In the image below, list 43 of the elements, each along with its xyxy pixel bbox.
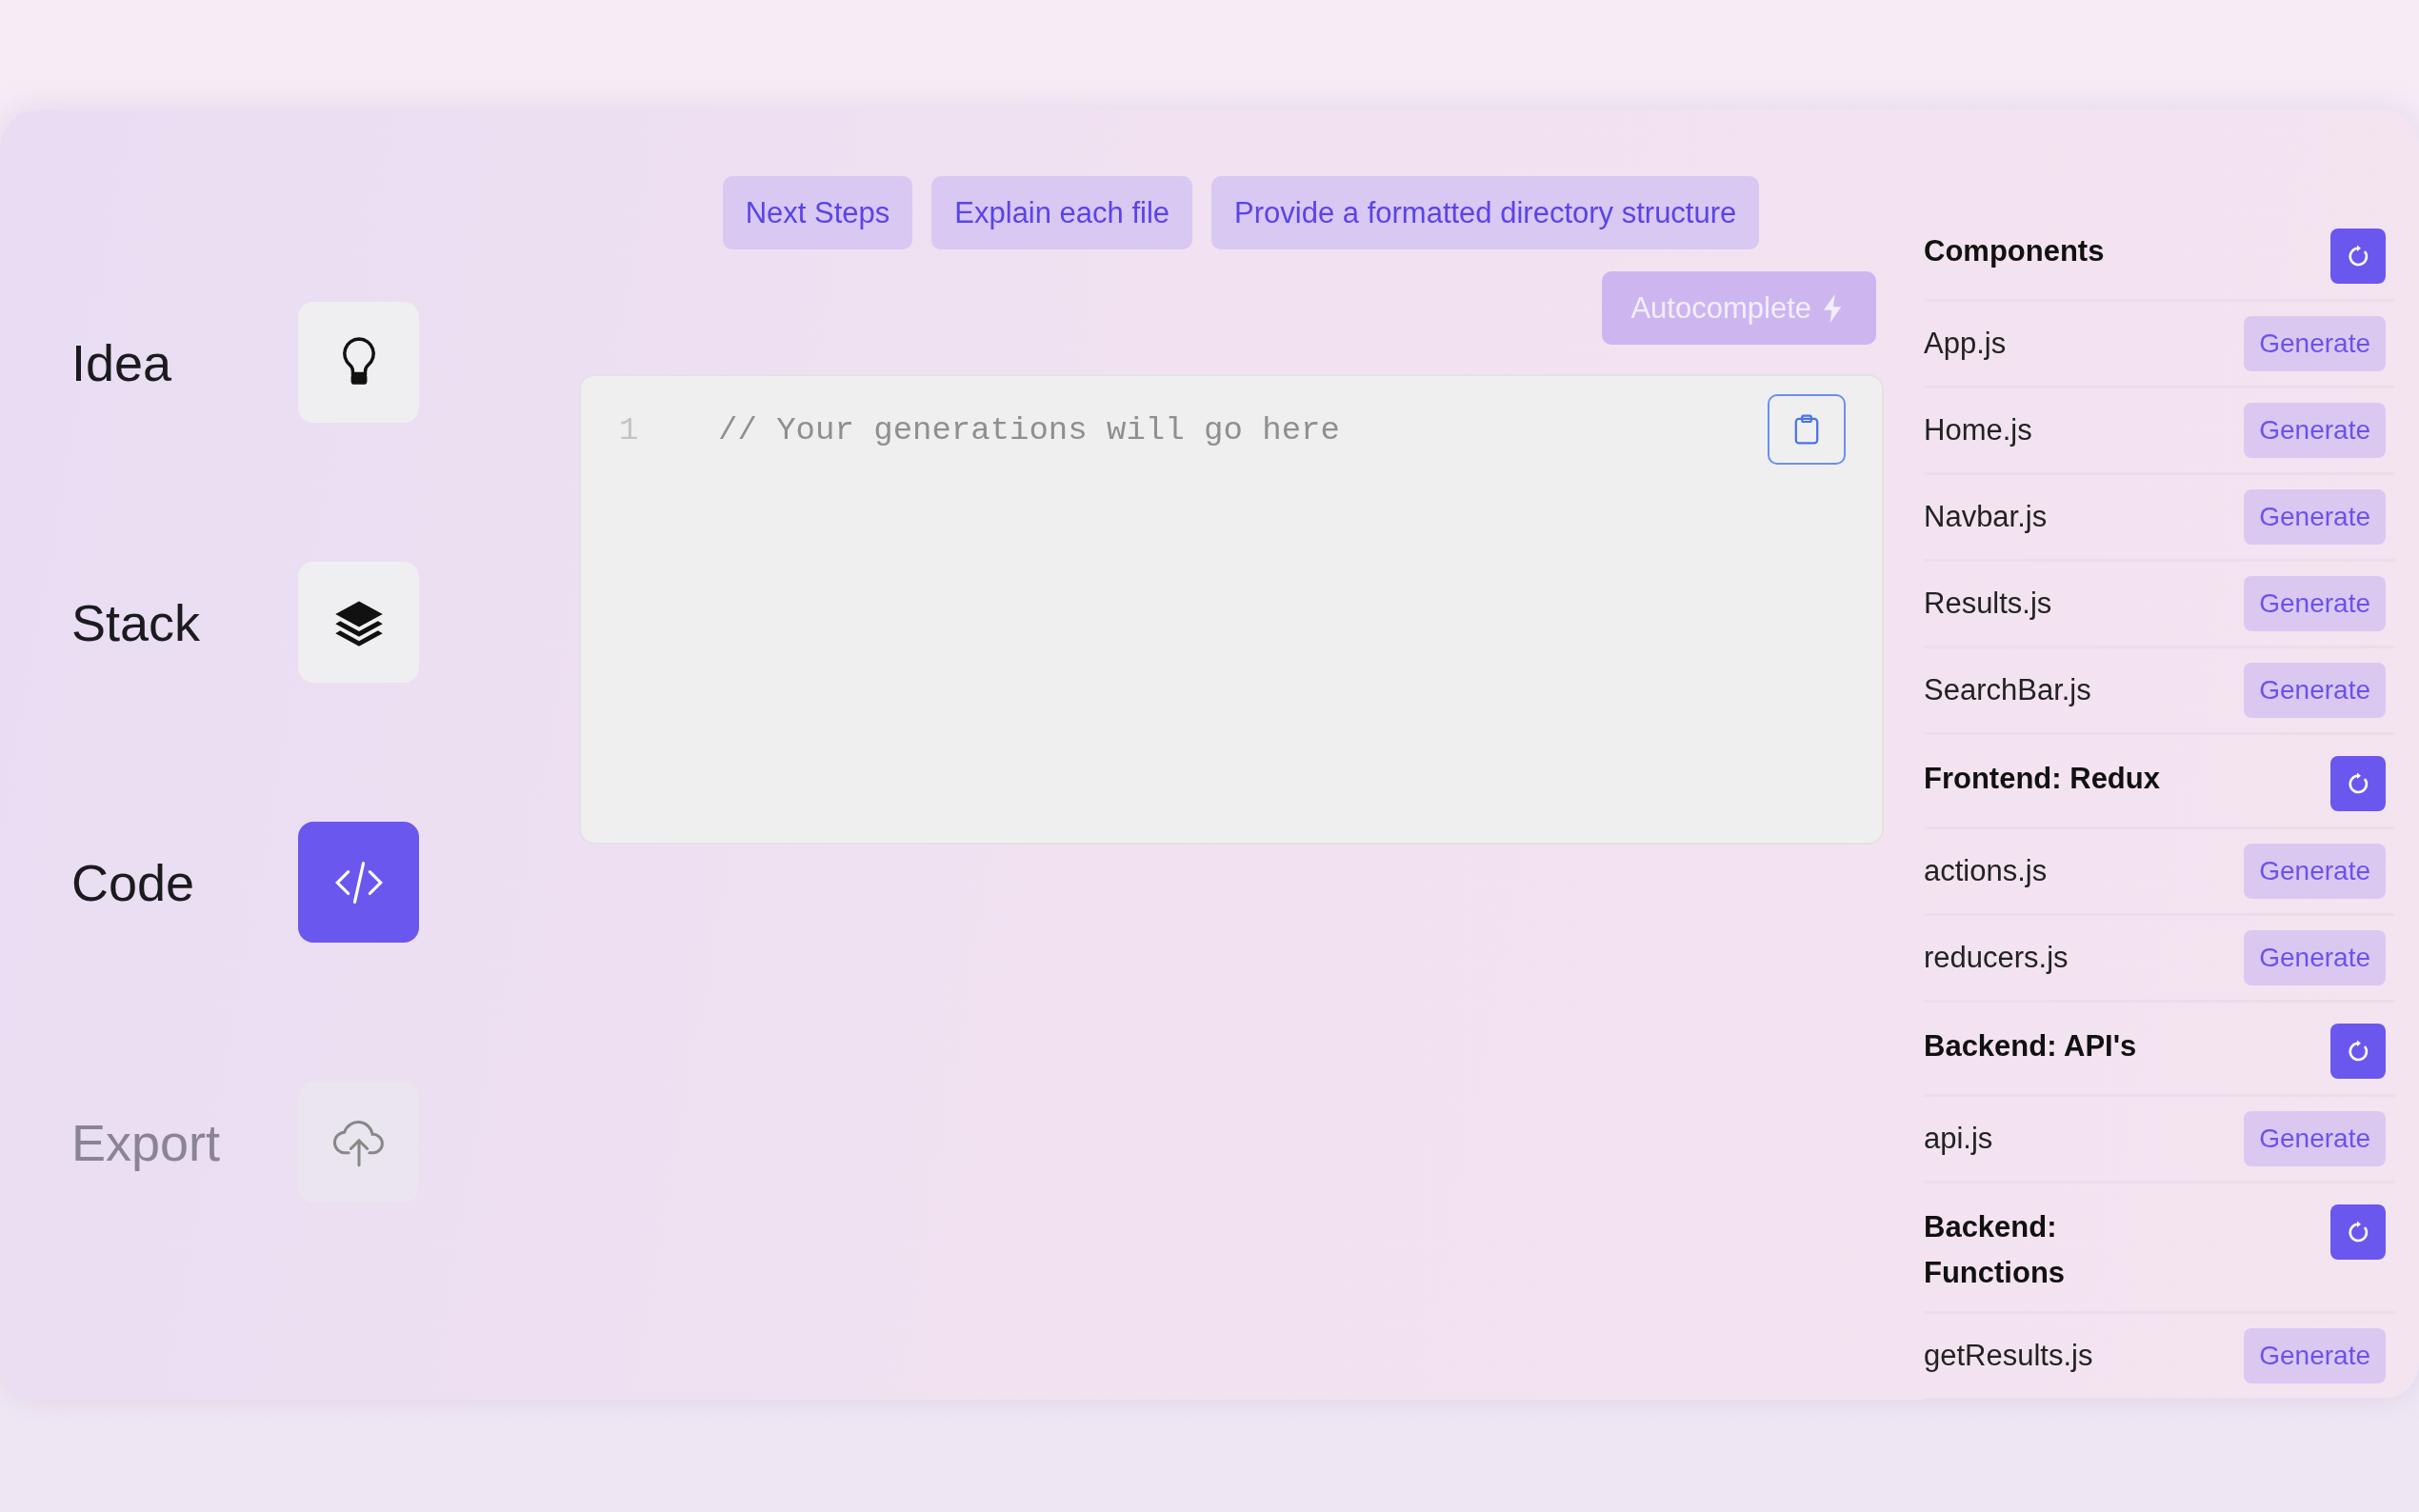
refresh-icon — [2347, 1220, 2369, 1244]
refresh-button[interactable] — [2330, 1204, 2386, 1260]
file-name: api.js — [1924, 1122, 1993, 1156]
generate-button[interactable]: Generate — [2244, 489, 2386, 545]
group-title: Frontend: Redux — [1924, 761, 2160, 797]
generate-button[interactable]: Generate — [2244, 844, 2386, 899]
group-title: Backend: API's — [1924, 1028, 2137, 1064]
lightning-icon — [1823, 293, 1844, 323]
generate-button[interactable]: Generate — [2244, 1328, 2386, 1384]
file-name: Navbar.js — [1924, 500, 2048, 534]
generate-button[interactable]: Generate — [2244, 930, 2386, 985]
copy-button[interactable] — [1768, 394, 1846, 465]
refresh-icon — [2347, 244, 2369, 269]
file-name: SearchBar.js — [1924, 673, 2091, 707]
step-button[interactable] — [298, 562, 419, 683]
step-button[interactable] — [298, 302, 419, 423]
file-name: getResults.js — [1924, 1339, 2093, 1374]
file-name: App.js — [1924, 327, 2007, 361]
refresh-button[interactable] — [2330, 1024, 2386, 1079]
file-name: Home.js — [1924, 413, 2032, 448]
generate-button[interactable]: Generate — [2244, 663, 2386, 718]
generate-button[interactable]: Generate — [2244, 403, 2386, 458]
step-label: Code — [71, 852, 195, 912]
file-name: actions.js — [1924, 854, 2048, 888]
file-name: reducers.js — [1924, 941, 2069, 975]
refresh-icon — [2347, 1039, 2369, 1064]
generate-button[interactable]: Generate — [2244, 316, 2386, 371]
step-label: Stack — [71, 592, 201, 652]
generate-button[interactable]: Generate — [2244, 576, 2386, 631]
group-title: Backend: Functions — [1924, 1209, 2067, 1292]
prompt-button[interactable]: Provide a formatted directory structure — [1211, 176, 1760, 249]
refresh-icon — [2347, 771, 2369, 796]
prompt-button[interactable]: Explain each file — [931, 176, 1193, 249]
group-title: Components — [1924, 233, 2105, 269]
refresh-button[interactable] — [2330, 229, 2386, 284]
step-label: Idea — [71, 332, 172, 392]
generate-button[interactable]: Generate — [2244, 1111, 2386, 1166]
clipboard-icon — [1794, 414, 1819, 445]
file-name: Results.js — [1924, 587, 2052, 621]
refresh-button[interactable] — [2330, 756, 2386, 811]
prompt-button[interactable]: Next Steps — [722, 176, 913, 249]
step-label: Export — [71, 1112, 221, 1172]
editor-placeholder: // Your generations will go here — [718, 412, 1340, 448]
